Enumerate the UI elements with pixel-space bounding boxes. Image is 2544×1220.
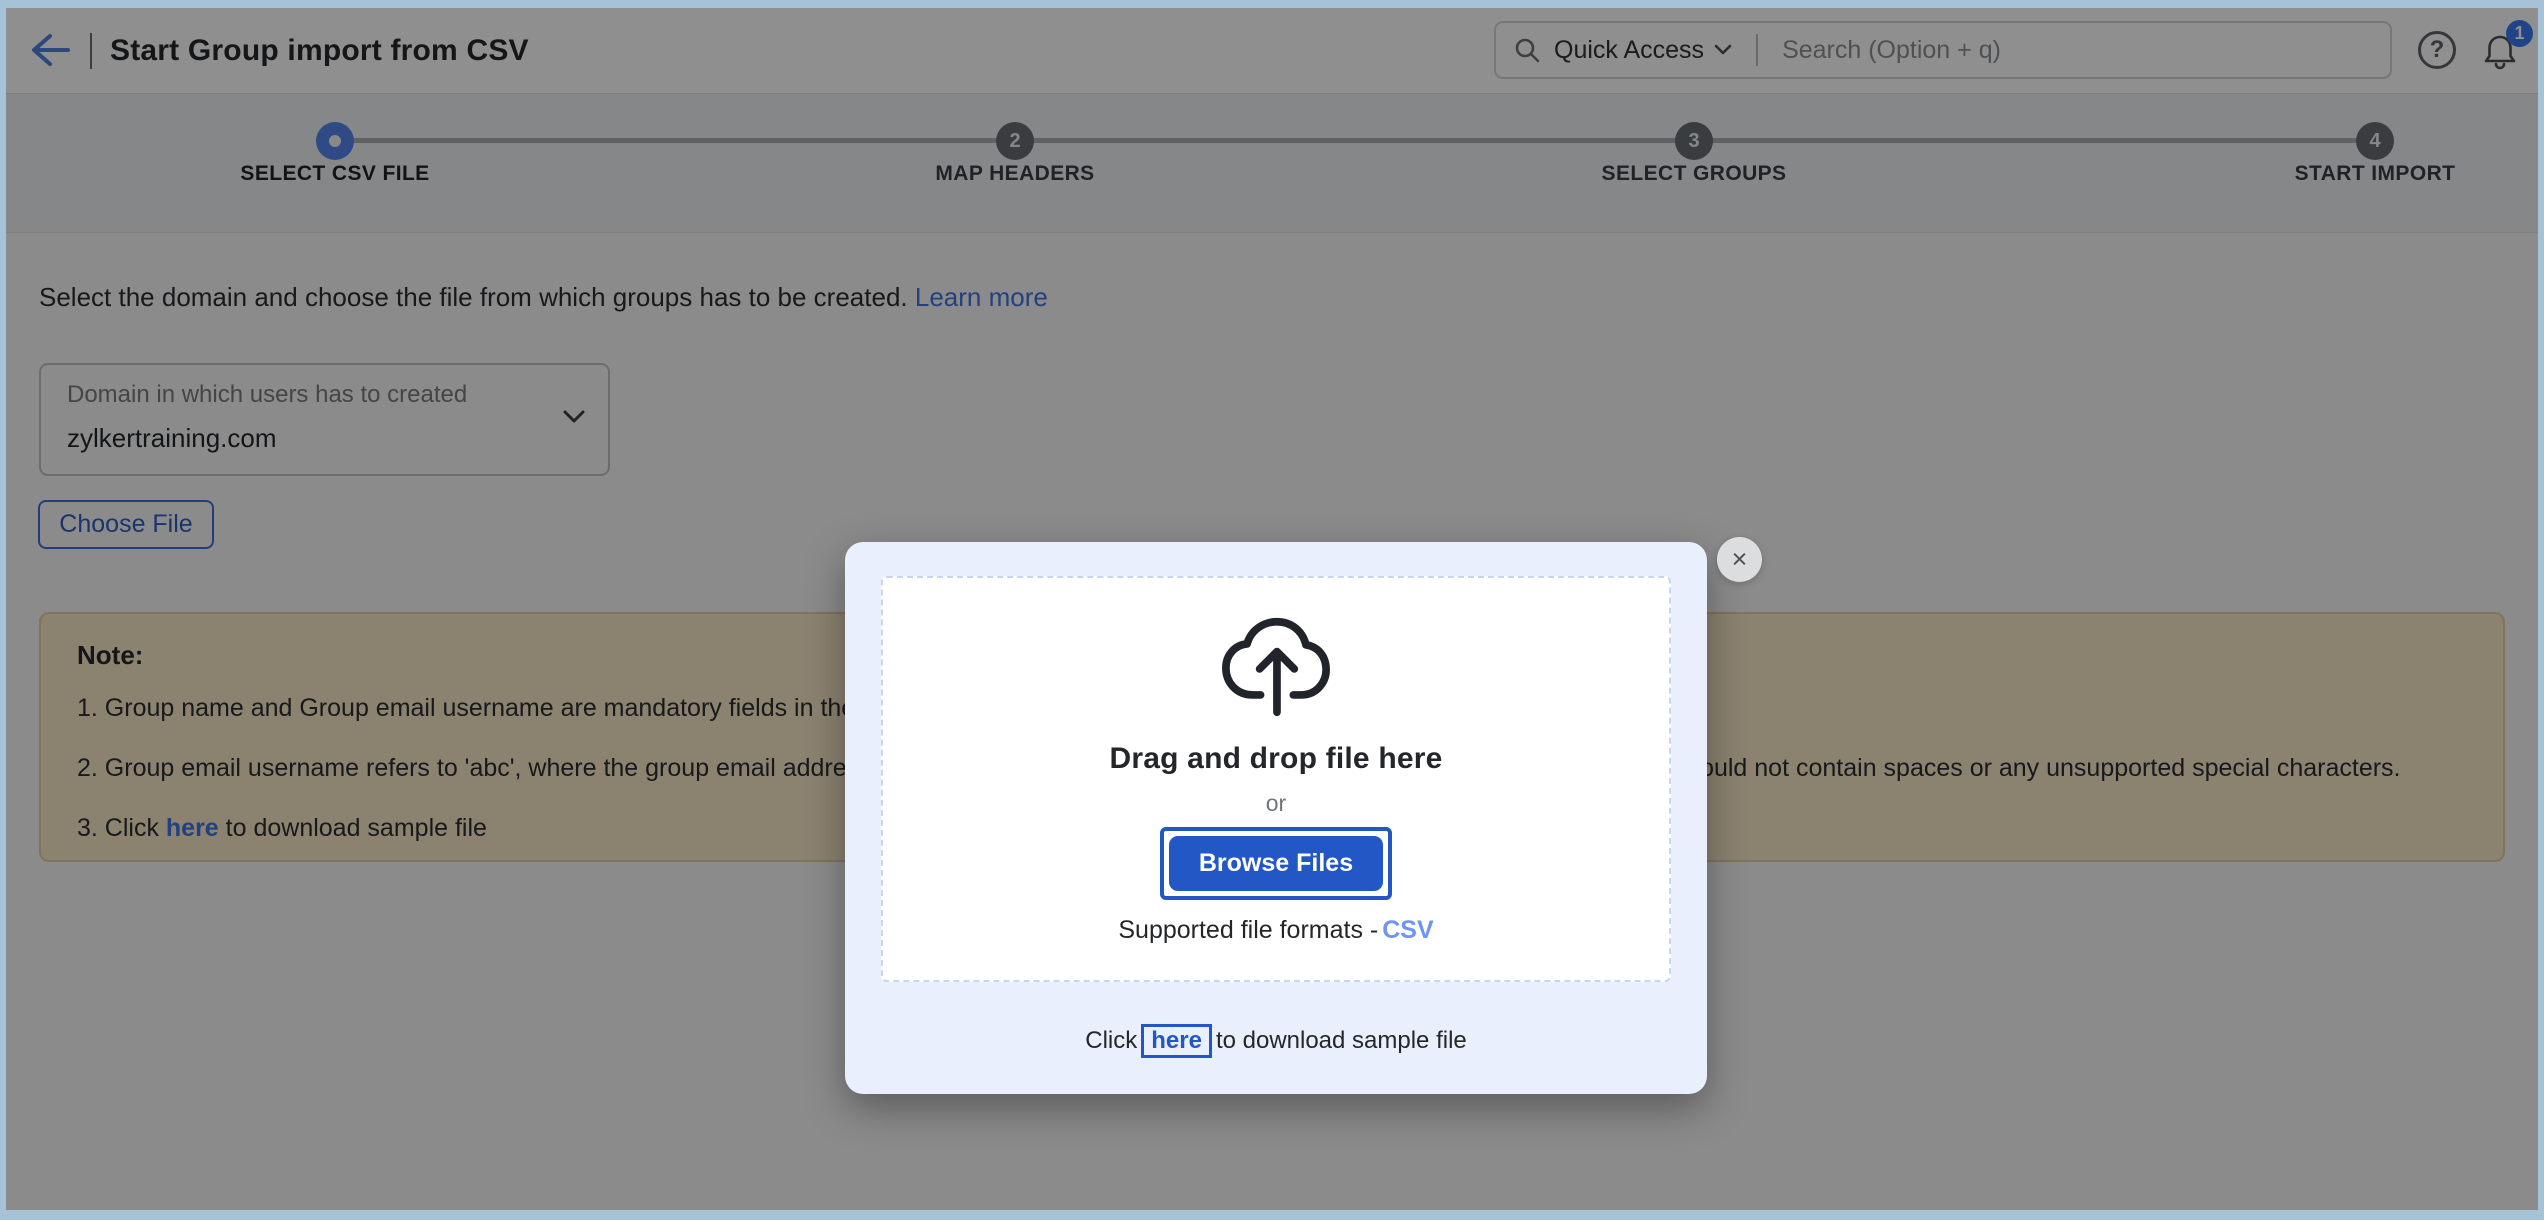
sample-text-after: to download sample file xyxy=(1216,1027,1467,1055)
browse-files-focus-ring: Browse Files xyxy=(1160,827,1392,900)
supported-formats-text: Supported file formats -CSV xyxy=(1118,916,1433,945)
modal-footer: Click here to download sample file xyxy=(845,988,1707,1094)
dropzone-or-label: or xyxy=(1266,790,1286,817)
formats-label: Supported file formats - xyxy=(1118,916,1378,944)
app-page: Start Group import from CSV Quick Access… xyxy=(6,8,2538,1210)
csv-format-link[interactable]: CSV xyxy=(1382,916,1433,944)
modal-sample-file-link[interactable]: here xyxy=(1141,1024,1212,1058)
modal-close-icon[interactable]: × xyxy=(1717,537,1762,582)
browse-files-button[interactable]: Browse Files xyxy=(1169,836,1383,891)
dropzone-title: Drag and drop file here xyxy=(1110,742,1443,776)
upload-file-modal: Drag and drop file here or Browse Files … xyxy=(845,542,1707,1094)
sample-text-before: Click xyxy=(1085,1027,1137,1055)
cloud-upload-icon xyxy=(1216,614,1336,720)
file-dropzone[interactable]: Drag and drop file here or Browse Files … xyxy=(881,576,1671,982)
window-frame: Start Group import from CSV Quick Access… xyxy=(0,0,2544,1220)
